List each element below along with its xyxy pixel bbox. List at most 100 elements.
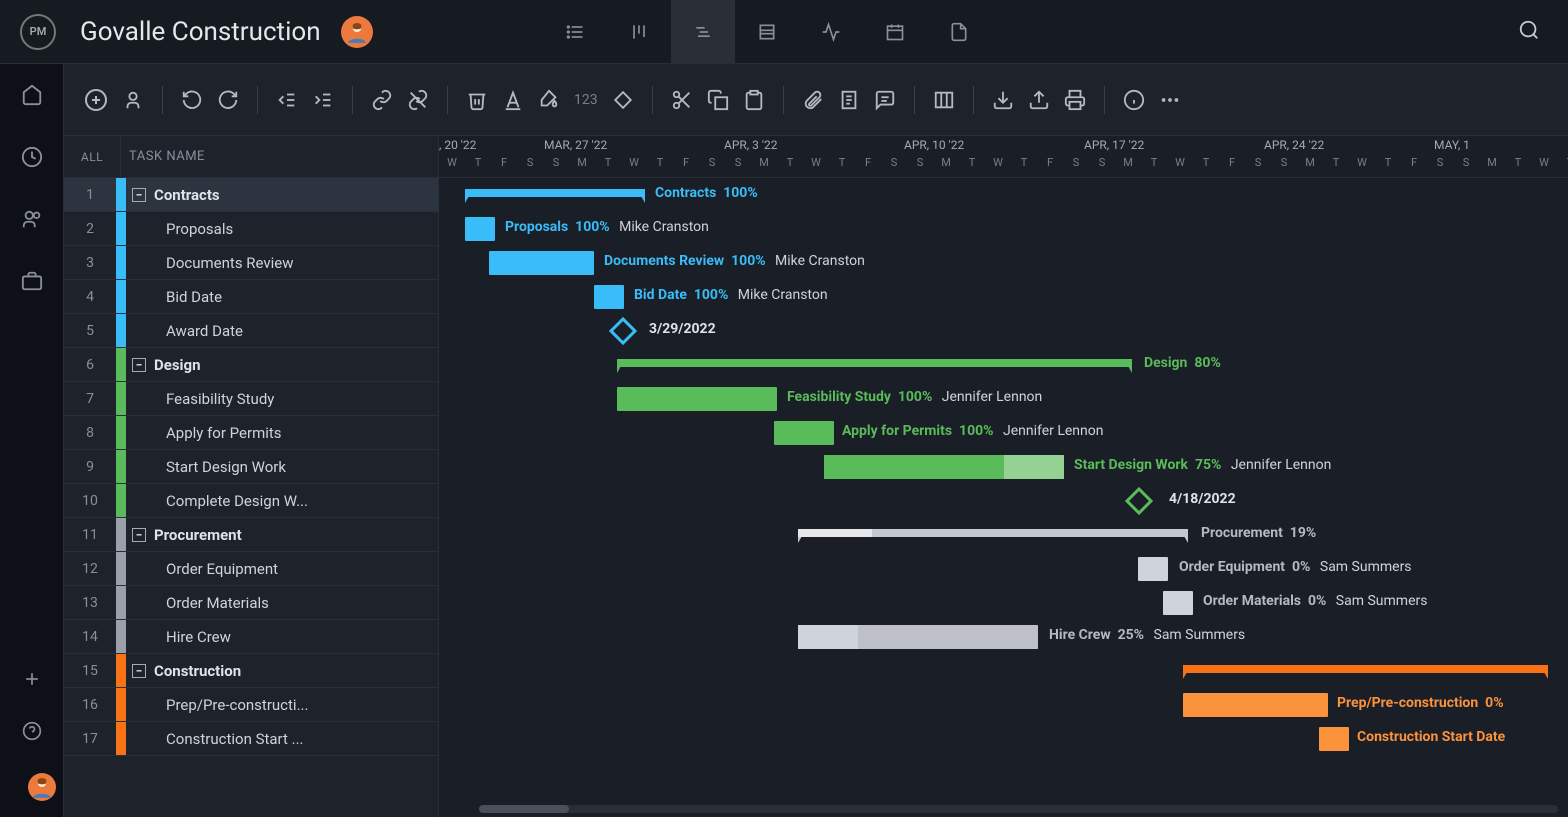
task-bar[interactable] [489,251,594,275]
summary-bar[interactable] [465,189,645,197]
task-color-stripe [116,178,126,211]
task-row[interactable]: 14Hire Crew [64,620,438,654]
import-button[interactable] [992,89,1014,111]
task-bar[interactable] [1183,693,1328,717]
view-calendar[interactable] [863,0,927,64]
nav-recents[interactable] [21,146,43,172]
summary-bar[interactable] [617,359,1132,367]
outdent-button[interactable] [276,89,298,111]
redo-button[interactable] [217,89,239,111]
day-cell: T [1193,156,1219,178]
task-color-stripe [116,246,126,279]
collapse-toggle[interactable]: − [132,664,146,678]
task-row[interactable]: 8Apply for Permits [64,416,438,450]
bar-label: Start Design Work 75% Jennifer Lennon [1074,457,1331,473]
horizontal-scrollbar[interactable] [479,805,1558,813]
font-button[interactable] [502,89,524,111]
more-button[interactable] [1159,89,1181,111]
scrollbar-thumb[interactable] [479,805,569,813]
task-row[interactable]: 2Proposals [64,212,438,246]
plus-circle-icon [84,88,108,112]
task-color-stripe [116,518,126,551]
summary-bar[interactable] [1183,665,1548,673]
undo-button[interactable] [181,89,203,111]
task-row[interactable]: 7Feasibility Study [64,382,438,416]
nav-help[interactable] [22,721,42,745]
info-button[interactable] [1123,89,1145,111]
task-row[interactable]: 6−Design [64,348,438,382]
app-logo[interactable]: PM [20,14,56,50]
task-row[interactable]: 16Prep/Pre-constructi... [64,688,438,722]
collapse-toggle[interactable]: − [132,188,146,202]
milestone-button[interactable] [612,89,634,111]
delete-button[interactable] [466,89,488,111]
task-bar[interactable] [1163,591,1193,615]
task-bar[interactable] [594,285,624,309]
link-button[interactable] [371,89,393,111]
task-number: 7 [64,391,116,407]
nav-portfolio[interactable] [21,270,43,296]
task-row[interactable]: 17Construction Start ... [64,722,438,756]
collapse-toggle[interactable]: − [132,528,146,542]
task-row[interactable]: 3Documents Review [64,246,438,280]
diamond-icon [612,89,634,111]
day-cell: T [647,156,673,178]
task-row[interactable]: 13Order Materials [64,586,438,620]
nav-add[interactable] [22,669,42,693]
task-bar[interactable] [1138,557,1168,581]
project-avatar[interactable] [341,16,373,48]
task-row[interactable]: 9Start Design Work [64,450,438,484]
view-sheet[interactable] [735,0,799,64]
nav-team[interactable] [21,208,43,234]
color-button[interactable] [538,89,560,111]
collapse-toggle[interactable]: − [132,358,146,372]
task-bar[interactable] [774,421,834,445]
view-files[interactable] [927,0,991,64]
task-row[interactable]: 10Complete Design W... [64,484,438,518]
col-all[interactable]: ALL [64,150,120,164]
col-task-name[interactable]: TASK NAME [120,136,438,177]
task-bar[interactable] [465,217,495,241]
task-number: 6 [64,357,116,373]
project-title: Govalle Construction [80,17,321,47]
copy-button[interactable] [707,89,729,111]
day-cell: M [751,156,777,178]
view-list[interactable] [543,0,607,64]
view-board[interactable] [607,0,671,64]
task-bar[interactable] [617,387,777,411]
undo-icon [181,89,203,111]
task-row[interactable]: 12Order Equipment [64,552,438,586]
notes-button[interactable] [838,89,860,111]
view-activity[interactable] [799,0,863,64]
task-color-stripe [116,688,126,721]
milestone-marker[interactable] [1125,487,1153,515]
task-bar[interactable] [1319,727,1349,751]
add-task-button[interactable] [84,88,108,112]
nav-home[interactable] [21,84,43,110]
attach-button[interactable] [802,89,824,111]
paste-button[interactable] [743,89,765,111]
columns-button[interactable] [933,89,955,111]
export-button[interactable] [1028,89,1050,111]
task-row[interactable]: 15−Construction [64,654,438,688]
task-row[interactable]: 5Award Date [64,314,438,348]
print-button[interactable] [1064,89,1086,111]
comment-button[interactable] [874,89,896,111]
view-gantt[interactable] [671,0,735,64]
milestone-marker[interactable] [609,317,637,345]
gantt-chart[interactable]: , 20 '22 WTFSSMTWTFSSMTWTFSSMTWTFSSMTWTF… [439,136,1568,817]
search-button[interactable] [1510,11,1548,53]
indent-button[interactable] [312,89,334,111]
day-cell: W [1531,156,1557,178]
task-row[interactable]: 11−Procurement [64,518,438,552]
day-cell: S [907,156,933,178]
unlink-button[interactable] [407,89,429,111]
assign-button[interactable] [122,89,144,111]
cut-button[interactable] [671,89,693,111]
task-row[interactable]: 4Bid Date [64,280,438,314]
task-number: 2 [64,221,116,237]
task-row[interactable]: 1−Contracts [64,178,438,212]
gantt-body[interactable]: Contracts 100%Proposals 100% Mike Cranst… [439,178,1568,756]
user-avatar[interactable] [28,773,56,801]
task-number: 4 [64,289,116,305]
